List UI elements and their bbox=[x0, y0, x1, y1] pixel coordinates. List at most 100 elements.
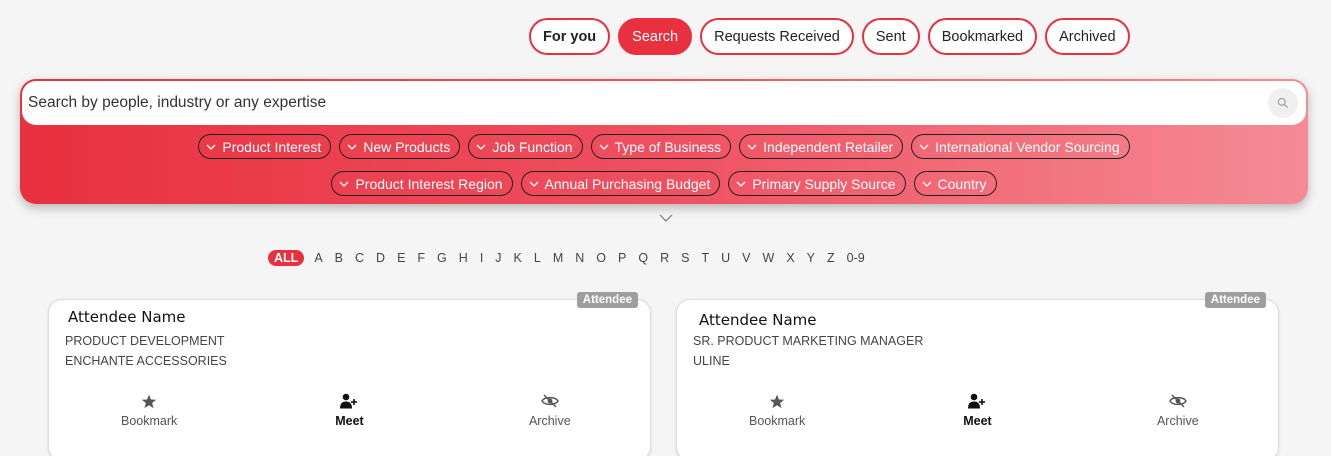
chevron-down-icon bbox=[919, 144, 929, 150]
alpha-letter[interactable]: L bbox=[528, 251, 547, 265]
filter-label: Product Interest Region bbox=[355, 175, 503, 192]
attendee-name: Attendee Name bbox=[68, 308, 186, 326]
attendee-company: ENCHANTE ACCESSORIES bbox=[65, 354, 227, 368]
alpha-letter[interactable]: W bbox=[757, 251, 781, 265]
filter-label: Country bbox=[937, 175, 987, 192]
filter-label: Type of Business bbox=[614, 138, 722, 155]
card-actions: Bookmark Meet Archive bbox=[677, 392, 1278, 428]
search-icon bbox=[1277, 97, 1288, 108]
alpha-letter[interactable]: E bbox=[391, 251, 411, 265]
filter-label: Job Function bbox=[492, 138, 573, 155]
alphabet-filter: ALL A B C D E F G H I J K L M N O P Q R … bbox=[268, 250, 871, 266]
alpha-letter[interactable]: K bbox=[508, 251, 528, 265]
archive-button[interactable]: Archive bbox=[1118, 392, 1238, 428]
attendee-title: PRODUCT DEVELOPMENT bbox=[65, 334, 225, 348]
filter-new-products[interactable]: New Products bbox=[339, 134, 461, 159]
filter-type-of-business[interactable]: Type of Business bbox=[590, 134, 732, 159]
card-actions: Bookmark Meet Archive bbox=[49, 392, 650, 428]
attendee-card[interactable]: Attendee Attendee Name SR. PRODUCT MARKE… bbox=[676, 292, 1279, 456]
alpha-letter[interactable]: H bbox=[453, 251, 474, 265]
filter-job-function[interactable]: Job Function bbox=[468, 134, 583, 159]
star-icon bbox=[141, 394, 157, 408]
alpha-letter[interactable]: D bbox=[370, 251, 391, 265]
alpha-letter[interactable]: Y bbox=[801, 251, 821, 265]
alpha-letter[interactable]: R bbox=[654, 251, 675, 265]
alpha-letter[interactable]: Z bbox=[821, 251, 841, 265]
alpha-letter[interactable]: J bbox=[489, 251, 507, 265]
chevron-down-icon bbox=[659, 214, 673, 222]
alpha-letter[interactable]: I bbox=[474, 251, 489, 265]
alpha-letter[interactable]: P bbox=[612, 251, 632, 265]
chevron-down-icon bbox=[747, 144, 757, 150]
expand-filters-button[interactable] bbox=[656, 211, 676, 225]
alpha-letter[interactable]: F bbox=[411, 251, 431, 265]
filter-country[interactable]: Country bbox=[913, 171, 997, 196]
tab-requests-received[interactable]: Requests Received bbox=[700, 18, 854, 55]
alpha-letter[interactable]: Q bbox=[632, 251, 654, 265]
attendee-company: ULINE bbox=[693, 354, 730, 368]
attendee-title: SR. PRODUCT MARKETING MANAGER bbox=[693, 334, 924, 348]
chevron-down-icon bbox=[206, 144, 216, 150]
tab-sent[interactable]: Sent bbox=[861, 18, 920, 55]
filter-label: International Vendor Sourcing bbox=[935, 138, 1120, 155]
filter-product-interest-region[interactable]: Product Interest Region bbox=[331, 171, 513, 196]
filter-row-2: Product Interest Region Annual Purchasin… bbox=[20, 171, 1308, 196]
alpha-letter[interactable]: A bbox=[308, 251, 328, 265]
filter-label: New Products bbox=[363, 138, 451, 155]
chevron-down-icon bbox=[599, 144, 608, 150]
filter-independent-retailer[interactable]: Independent Retailer bbox=[739, 134, 904, 159]
filter-label: Primary Supply Source bbox=[752, 175, 896, 192]
alpha-all[interactable]: ALL bbox=[268, 250, 305, 266]
add-user-icon bbox=[968, 393, 986, 409]
alpha-letter[interactable]: M bbox=[547, 251, 569, 265]
chevron-down-icon bbox=[529, 181, 539, 187]
bookmark-label: Bookmark bbox=[121, 414, 178, 428]
attendee-badge: Attendee bbox=[576, 292, 638, 308]
attendee-name: Attendee Name bbox=[699, 311, 817, 329]
alpha-letter[interactable]: G bbox=[431, 251, 453, 265]
search-input[interactable] bbox=[28, 94, 1268, 112]
eye-slash-icon bbox=[1169, 394, 1187, 408]
filter-annual-purchasing-budget[interactable]: Annual Purchasing Budget bbox=[520, 171, 721, 196]
alpha-letter[interactable]: V bbox=[736, 251, 756, 265]
tab-search[interactable]: Search bbox=[618, 18, 693, 55]
archive-label: Archive bbox=[528, 414, 571, 428]
bookmark-button[interactable]: Bookmark bbox=[89, 392, 209, 428]
alpha-letter[interactable]: C bbox=[349, 251, 370, 265]
alpha-letter[interactable]: B bbox=[329, 251, 349, 265]
attendee-badge: Attendee bbox=[1204, 292, 1266, 308]
chevron-down-icon bbox=[922, 181, 931, 187]
star-icon bbox=[769, 394, 785, 408]
bookmark-label: Bookmark bbox=[749, 414, 806, 428]
search-button[interactable] bbox=[1268, 88, 1298, 118]
search-panel: Product Interest New Products Job Functi… bbox=[20, 79, 1308, 204]
filter-label: Product Interest bbox=[222, 138, 322, 155]
meet-button[interactable]: Meet bbox=[289, 392, 409, 428]
alpha-letter[interactable]: 0-9 bbox=[841, 251, 871, 265]
meet-label: Meet bbox=[963, 414, 992, 428]
chevron-down-icon bbox=[476, 144, 486, 150]
search-box bbox=[22, 81, 1306, 125]
tab-archived[interactable]: Archived bbox=[1045, 18, 1130, 55]
tab-bar: For you Search Requests Received Sent Bo… bbox=[529, 18, 1130, 55]
filter-label: Independent Retailer bbox=[763, 138, 894, 155]
meet-button[interactable]: Meet bbox=[917, 392, 1037, 428]
alpha-letter[interactable]: U bbox=[715, 251, 736, 265]
archive-button[interactable]: Archive bbox=[490, 392, 610, 428]
alpha-letter[interactable]: T bbox=[695, 251, 715, 265]
filter-label: Annual Purchasing Budget bbox=[544, 175, 711, 192]
filter-primary-supply-source[interactable]: Primary Supply Source bbox=[728, 171, 906, 196]
attendee-card[interactable]: Attendee Attendee Name PRODUCT DEVELOPME… bbox=[48, 292, 651, 456]
alpha-letter[interactable]: O bbox=[590, 251, 612, 265]
meet-label: Meet bbox=[335, 414, 364, 428]
filter-product-interest[interactable]: Product Interest bbox=[198, 134, 332, 159]
chevron-down-icon bbox=[347, 144, 357, 150]
alpha-letter[interactable]: S bbox=[675, 251, 695, 265]
chevron-down-icon bbox=[339, 181, 349, 187]
tab-bookmarked[interactable]: Bookmarked bbox=[927, 18, 1038, 55]
alpha-letter[interactable]: X bbox=[780, 251, 800, 265]
alpha-letter[interactable]: N bbox=[569, 251, 590, 265]
bookmark-button[interactable]: Bookmark bbox=[717, 392, 837, 428]
filter-international-vendor-sourcing[interactable]: International Vendor Sourcing bbox=[911, 134, 1130, 159]
tab-for-you[interactable]: For you bbox=[529, 18, 611, 55]
